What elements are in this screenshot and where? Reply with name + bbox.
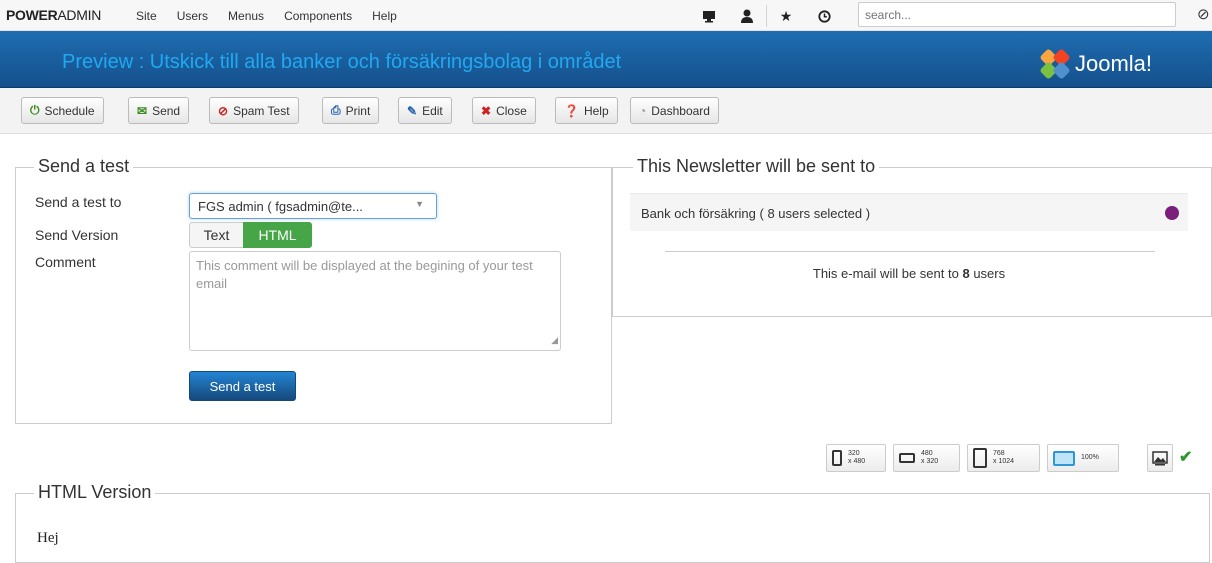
edit-button[interactable]: ✎ Edit	[398, 97, 452, 124]
menu-components[interactable]: Components	[284, 9, 352, 23]
preview-320x480-label: 320 x 480	[848, 450, 866, 465]
send-to-select[interactable]: FGS admin ( fgsadmin@te... ▼	[189, 193, 437, 219]
dashboard-label: Dashboard	[651, 103, 710, 118]
version-html-toggle[interactable]: HTML	[243, 222, 312, 248]
email-body-text: Hej	[37, 530, 59, 546]
menu-users[interactable]: Users	[177, 9, 208, 23]
preview-768x1024-button[interactable]: 768 x 1024	[967, 444, 1040, 472]
send-test-legend: Send a test	[34, 156, 134, 177]
send-icon: ✉	[137, 103, 148, 118]
clock-icon[interactable]	[805, 4, 843, 28]
search-input[interactable]	[858, 2, 1176, 27]
preview-100-label: 100%	[1081, 454, 1099, 461]
comment-textarea[interactable]: This comment will be displayed at the be…	[189, 251, 561, 351]
partial-icon[interactable]: ⊘	[1197, 5, 1210, 23]
image-icon	[1152, 450, 1168, 465]
print-button[interactable]: ⎙ Print	[322, 97, 380, 124]
edit-label: Edit	[422, 103, 443, 118]
phone-portrait-icon	[832, 450, 842, 466]
menu-menus[interactable]: Menus	[228, 9, 264, 23]
page-header: Preview : Utskick till alla banker och f…	[0, 31, 1212, 88]
sent-suffix: users	[973, 266, 1006, 281]
admin-topbar: POWERADMIN Site Users Menus Components H…	[0, 0, 1212, 31]
html-version-legend: HTML Version	[34, 482, 156, 503]
chevron-down-icon: ▼	[415, 199, 424, 209]
star-icon[interactable]: ★	[767, 4, 805, 28]
spam-test-label: Spam Test	[233, 103, 290, 118]
edit-icon: ✎	[407, 103, 418, 118]
version-text-toggle[interactable]: Text	[189, 222, 244, 248]
print-icon: ⎙	[331, 103, 341, 117]
close-icon: ✖	[481, 103, 492, 118]
top-icons: ★	[690, 4, 843, 28]
sent-prefix: This e-mail will be sent to	[812, 266, 959, 281]
tablet-icon	[973, 448, 987, 468]
send-to-label: Send a test to	[35, 194, 122, 210]
help-button[interactable]: ❓ Help	[555, 97, 618, 124]
schedule-icon: ⏻	[30, 103, 40, 117]
help-label: Help	[583, 103, 609, 118]
print-label: Print	[345, 103, 371, 118]
preview-480x320-button[interactable]: 480 x 320	[893, 444, 960, 472]
help-icon: ❓	[564, 103, 579, 118]
joomla-logo-text: Joomla!	[1075, 51, 1153, 76]
spam-test-button[interactable]: ⊘ Spam Test	[209, 97, 299, 124]
dashboard-button[interactable]: ◔ Dashboard	[630, 97, 719, 124]
send-version-label: Send Version	[35, 227, 119, 243]
preview-320x480-button[interactable]: 320 x 480	[826, 444, 886, 472]
html-version-fieldset: HTML Version	[15, 482, 1210, 563]
brand-logo[interactable]: POWERADMIN	[6, 7, 101, 23]
recipient-list-label: Bank och försäkring ( 8 users selected )	[641, 206, 871, 221]
list-color-dot	[1165, 206, 1179, 220]
comment-placeholder: This comment will be displayed at the be…	[196, 258, 533, 291]
image-toggle-button[interactable]	[1147, 444, 1173, 472]
page-title: Preview : Utskick till alla banker och f…	[62, 51, 622, 73]
menu-help[interactable]: Help	[372, 9, 397, 23]
top-menu: Site Users Menus Components Help	[136, 9, 417, 23]
spam-icon: ⊘	[218, 103, 229, 118]
recipients-legend: This Newsletter will be sent to	[633, 156, 880, 177]
send-test-button[interactable]: Send a test	[189, 371, 296, 401]
recipients-fieldset: This Newsletter will be sent to	[612, 156, 1212, 317]
sent-count: 8	[962, 266, 970, 281]
send-to-value: FGS admin ( fgsadmin@te...	[198, 199, 363, 214]
desktop-icon	[1053, 450, 1075, 466]
dashboard-icon: ◔	[639, 103, 647, 118]
preview-768x1024-label: 768 x 1024	[993, 450, 1015, 465]
toolbar: ⏻ Schedule ✉ Send ⊘ Spam Test ⎙ Print ✎ Edit …	[0, 88, 1212, 134]
resize-grip-icon[interactable]: ◢	[551, 331, 558, 349]
joomla-logo: Joomla!	[1039, 48, 1153, 80]
phone-landscape-icon	[899, 453, 915, 463]
close-label: Close	[496, 103, 527, 118]
comment-label: Comment	[35, 254, 96, 270]
user-icon[interactable]	[728, 4, 766, 28]
schedule-label: Schedule	[44, 103, 95, 118]
check-icon: ✔	[1179, 449, 1193, 466]
send-button[interactable]: ✉ Send	[128, 97, 190, 124]
menu-site[interactable]: Site	[136, 9, 157, 23]
monitor-icon[interactable]	[690, 4, 728, 28]
preview-480x320-label: 480 x 320	[921, 450, 939, 465]
close-button[interactable]: ✖ Close	[472, 97, 536, 124]
recipient-list-item[interactable]: Bank och försäkring ( 8 users selected )	[630, 193, 1188, 231]
preview-100-button[interactable]: 100%	[1047, 444, 1119, 472]
joomla-logo-icon	[1039, 48, 1071, 80]
sent-count-info: This e-mail will be sent to 8 users	[630, 266, 1188, 281]
send-label: Send	[152, 103, 181, 118]
divider	[665, 251, 1155, 252]
schedule-button[interactable]: ⏻ Schedule	[21, 97, 104, 124]
